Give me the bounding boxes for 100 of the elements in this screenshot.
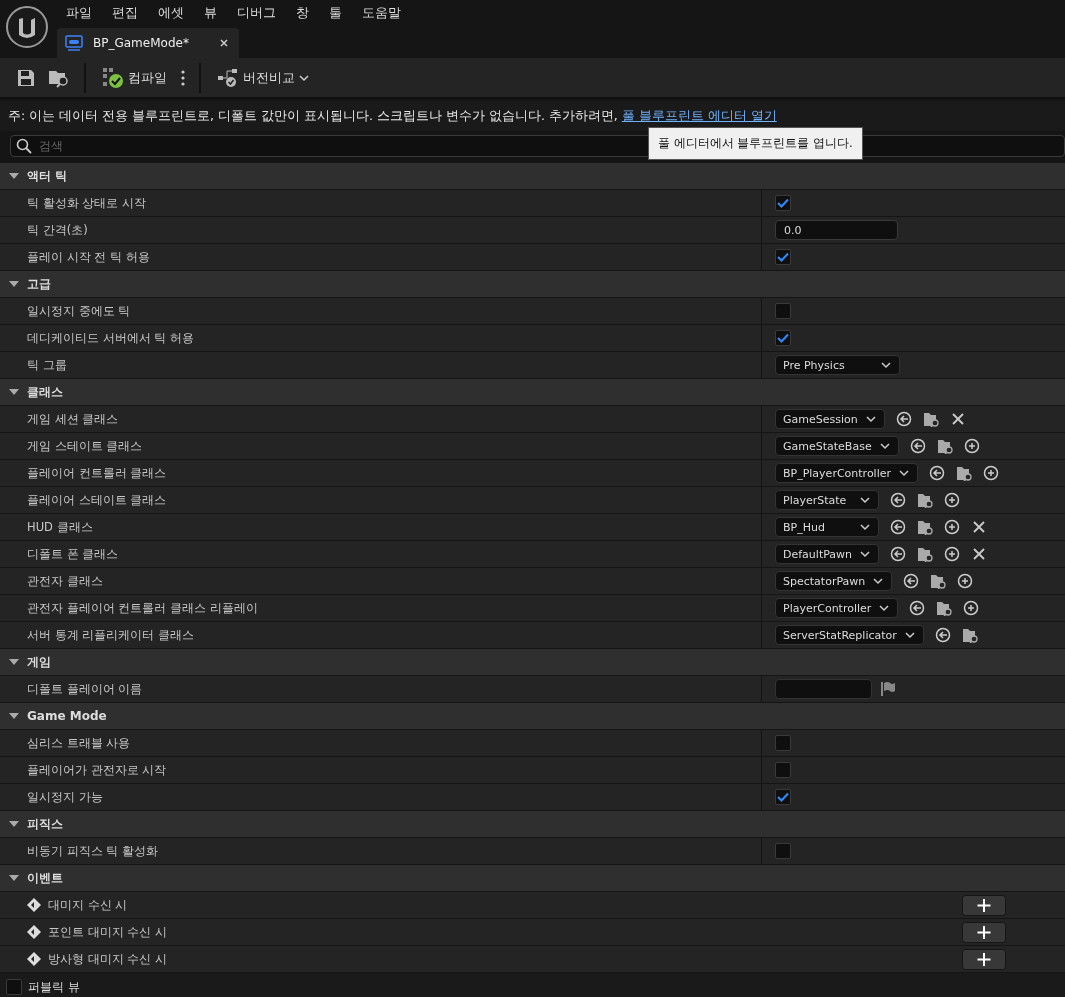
text-field[interactable] <box>775 679 872 699</box>
class-dropdown[interactable]: DefaultPawn <box>775 544 880 564</box>
chevron-down-icon <box>860 523 870 531</box>
use-selected-icon[interactable] <box>895 411 912 427</box>
use-selected-icon[interactable] <box>890 546 907 562</box>
use-selected-icon[interactable] <box>929 465 946 481</box>
browse-folder-icon[interactable] <box>917 546 934 562</box>
add-button[interactable] <box>962 921 1006 943</box>
checkbox[interactable] <box>775 249 791 265</box>
checkbox[interactable] <box>775 303 791 319</box>
class-dropdown[interactable]: GameSession <box>775 409 885 429</box>
collapse-arrow-icon[interactable] <box>9 280 19 288</box>
property-label: 게임 세션 클래스 <box>27 411 119 427</box>
add-circle-icon[interactable] <box>963 600 980 616</box>
class-dropdown[interactable]: GameStateBase <box>775 436 899 456</box>
menu-item[interactable]: 창 <box>290 4 317 22</box>
collapse-arrow-icon[interactable] <box>9 658 19 666</box>
browse-folder-icon[interactable] <box>922 411 939 427</box>
clear-icon[interactable] <box>971 519 987 535</box>
chevron-down-icon <box>879 442 890 450</box>
compile-button[interactable]: 컴파일 <box>100 64 169 91</box>
flag-icon[interactable] <box>880 681 896 697</box>
collapse-arrow-icon[interactable] <box>9 172 19 180</box>
property-label: 관전자 플레이어 컨트롤러 클래스 리플레이 <box>27 600 258 616</box>
property-label: 관전자 클래스 <box>27 573 103 589</box>
browse-folder-icon[interactable] <box>936 438 953 454</box>
save-icon[interactable] <box>16 67 36 88</box>
open-editor-link[interactable]: 풀 블루프린트 에디터 열기 <box>621 107 777 125</box>
diff-icon <box>217 67 239 88</box>
add-circle-icon[interactable] <box>983 465 1000 481</box>
use-selected-icon[interactable] <box>909 600 926 616</box>
class-dropdown[interactable]: PlayerState <box>775 490 879 510</box>
checkbox[interactable] <box>6 979 22 995</box>
menu-item[interactable]: 디버그 <box>231 4 284 22</box>
add-circle-icon[interactable] <box>963 438 980 454</box>
use-selected-icon[interactable] <box>909 438 926 454</box>
add-button[interactable] <box>962 894 1006 916</box>
chevron-down-icon <box>879 604 890 612</box>
document-tab[interactable]: BP_GameMode* <box>57 28 239 58</box>
section-title[interactable]: 게임 <box>27 653 51 671</box>
add-circle-icon[interactable] <box>944 546 961 562</box>
collapse-arrow-icon[interactable] <box>9 874 19 882</box>
collapse-arrow-icon[interactable] <box>9 388 19 396</box>
checkbox[interactable] <box>775 195 791 211</box>
section-title[interactable]: 클래스 <box>27 383 63 401</box>
clear-icon[interactable] <box>949 411 966 427</box>
section-title[interactable]: Game Mode <box>27 709 107 723</box>
property-label: 플레이어가 관전자로 시작 <box>27 762 167 778</box>
menu-item[interactable]: 뷰 <box>198 4 225 22</box>
use-selected-icon[interactable] <box>934 627 951 643</box>
use-selected-icon[interactable] <box>890 519 906 535</box>
use-selected-icon[interactable] <box>903 573 920 589</box>
browse-folder-icon[interactable] <box>917 519 933 535</box>
menu-item[interactable]: 파일 <box>60 4 100 22</box>
property-label: 일시정지 중에도 틱 <box>27 303 131 319</box>
property-label: 플레이어 스테이트 클래스 <box>27 492 167 508</box>
section-title[interactable]: 이벤트 <box>27 869 63 887</box>
section-title[interactable]: 피직스 <box>27 815 63 833</box>
section-title[interactable]: 액터 틱 <box>27 167 68 185</box>
menu-item[interactable]: 툴 <box>323 4 350 22</box>
chevron-down-icon <box>865 415 876 423</box>
close-icon[interactable] <box>219 38 229 48</box>
logo-icon[interactable] <box>5 5 49 49</box>
menu-item[interactable]: 에셋 <box>152 4 192 22</box>
checkbox[interactable] <box>775 735 791 751</box>
checkbox[interactable] <box>775 843 791 859</box>
class-dropdown[interactable]: BP_PlayerController <box>775 463 919 483</box>
clear-icon[interactable] <box>971 546 988 562</box>
collapse-arrow-icon[interactable] <box>9 712 19 720</box>
add-circle-icon[interactable] <box>944 492 960 508</box>
browse-folder-icon[interactable] <box>956 465 973 481</box>
class-dropdown[interactable]: ServerStatReplicator <box>775 625 924 645</box>
event-diamond-icon <box>27 925 41 939</box>
dropdown[interactable]: Pre Physics <box>775 355 900 375</box>
class-dropdown[interactable]: PlayerController <box>775 598 899 618</box>
more-options-icon[interactable] <box>181 69 185 86</box>
menu-item[interactable]: 편집 <box>106 4 146 22</box>
chevron-down-icon <box>904 631 915 639</box>
number-field[interactable]: 0.0 <box>775 220 898 240</box>
checkbox[interactable] <box>775 330 791 346</box>
property-label: 심리스 트래블 사용 <box>27 735 131 751</box>
browse-folder-icon[interactable] <box>930 573 947 589</box>
add-circle-icon[interactable] <box>957 573 974 589</box>
diff-button[interactable]: 버전비교 <box>215 65 311 90</box>
add-circle-icon[interactable] <box>944 519 960 535</box>
property-label: 틱 그룹 <box>27 357 67 373</box>
checkbox[interactable] <box>775 762 791 778</box>
chevron-down-icon <box>860 550 871 558</box>
use-selected-icon[interactable] <box>890 492 906 508</box>
menu-item[interactable]: 도움말 <box>356 4 409 22</box>
add-button[interactable] <box>962 948 1006 970</box>
browse-folder-icon[interactable] <box>961 627 978 643</box>
class-dropdown[interactable]: BP_Hud <box>775 517 879 537</box>
checkbox[interactable] <box>775 789 791 805</box>
collapse-arrow-icon[interactable] <box>9 820 19 828</box>
section-title[interactable]: 고급 <box>27 275 51 293</box>
browse-folder-icon[interactable] <box>936 600 953 616</box>
class-dropdown[interactable]: SpectatorPawn <box>775 571 893 591</box>
browse-folder-icon[interactable] <box>917 492 933 508</box>
property-label: HUD 클래스 <box>27 519 93 535</box>
